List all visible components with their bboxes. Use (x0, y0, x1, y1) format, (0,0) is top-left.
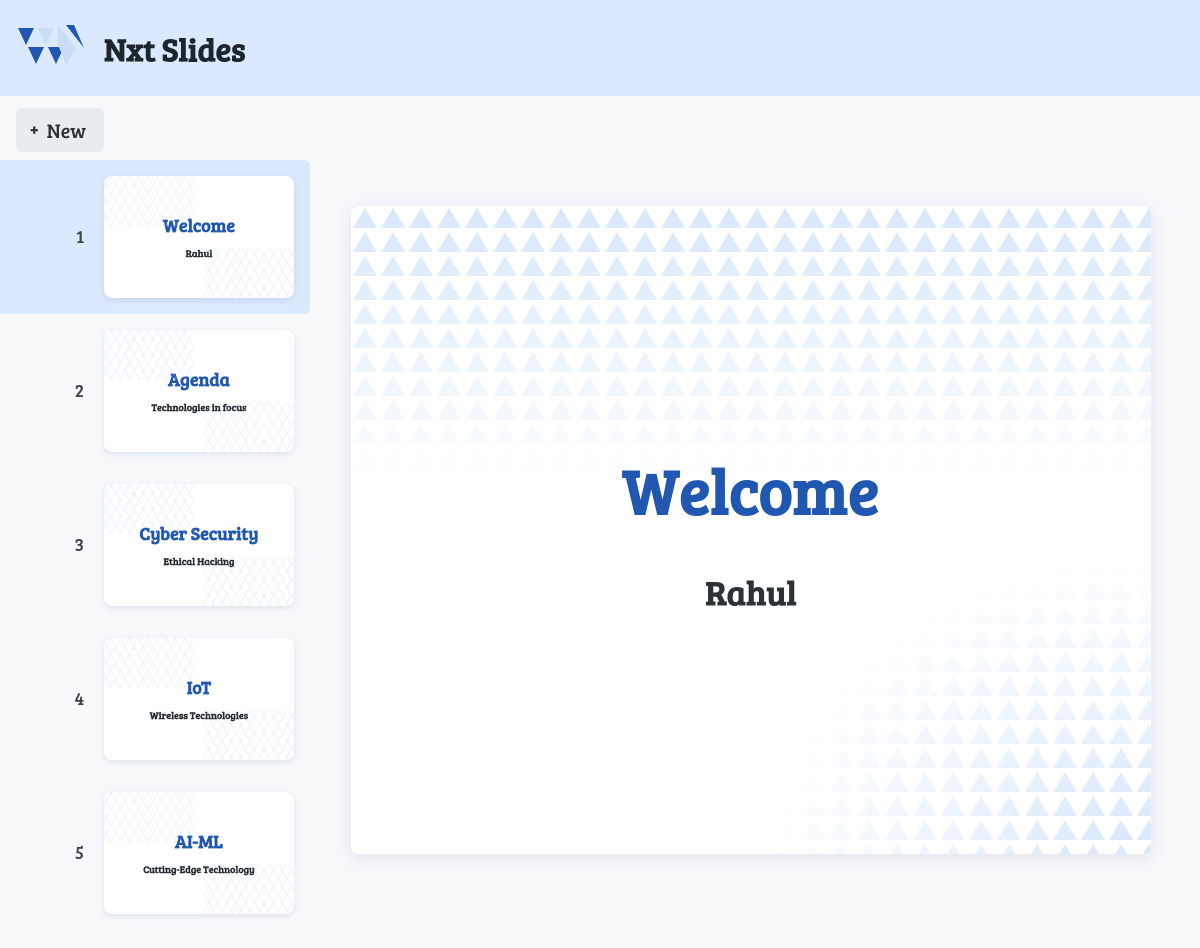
app-logo-icon (16, 23, 86, 73)
slide-number: 4 (0, 687, 90, 711)
slide-thumb-5[interactable]: 5 AI-ML Cutting-Edge Technology (0, 776, 310, 930)
thumb-heading: Agenda (168, 368, 230, 392)
new-button-container: + New (0, 96, 310, 160)
thumb-heading: Welcome (163, 214, 235, 238)
slide-thumb-4[interactable]: 4 IoT Wireless Technologies (0, 622, 310, 776)
slide-description: Rahul (705, 568, 796, 615)
slide-decoration-bottom (771, 554, 1151, 854)
thumb-description: Technologies in focus (151, 400, 246, 414)
main-area: Welcome Rahul (310, 96, 1200, 948)
slide-number: 5 (0, 841, 90, 865)
thumb-heading: AI-ML (175, 830, 223, 854)
thumb-card[interactable]: Agenda Technologies in focus (104, 330, 294, 452)
workspace: + New 1 Welcome Rahul 2 Agenda Technolog… (0, 96, 1200, 948)
thumb-card[interactable]: Cyber Security Ethical Hacking (104, 484, 294, 606)
current-slide: Welcome Rahul (351, 206, 1151, 854)
sidebar: + New 1 Welcome Rahul 2 Agenda Technolog… (0, 96, 310, 948)
thumb-description: Ethical Hacking (164, 554, 235, 568)
app-header: Nxt Slides (0, 0, 1200, 96)
slide-number: 1 (0, 225, 90, 249)
plus-icon: + (30, 122, 39, 138)
thumb-description: Rahul (186, 246, 213, 260)
slide-decoration-top (351, 206, 1151, 486)
new-slide-button[interactable]: + New (16, 108, 104, 152)
thumb-card[interactable]: IoT Wireless Technologies (104, 638, 294, 760)
thumb-heading: Cyber Security (139, 522, 258, 546)
slide-thumb-1[interactable]: 1 Welcome Rahul (0, 160, 310, 314)
thumb-heading: IoT (187, 676, 211, 700)
thumb-card[interactable]: Welcome Rahul (104, 176, 294, 298)
thumb-description: Cutting-Edge Technology (143, 862, 255, 876)
slide-thumb-3[interactable]: 3 Cyber Security Ethical Hacking (0, 468, 310, 622)
slide-thumbnails: 1 Welcome Rahul 2 Agenda Technologies in… (0, 160, 310, 948)
slide-heading: Welcome (623, 445, 879, 532)
slide-thumb-2[interactable]: 2 Agenda Technologies in focus (0, 314, 310, 468)
slide-number: 2 (0, 379, 90, 403)
slide-number: 3 (0, 533, 90, 557)
thumb-description: Wireless Technologies (150, 708, 248, 722)
app-title: Nxt Slides (104, 27, 246, 70)
thumb-card[interactable]: AI-ML Cutting-Edge Technology (104, 792, 294, 914)
new-button-label: New (47, 116, 86, 144)
